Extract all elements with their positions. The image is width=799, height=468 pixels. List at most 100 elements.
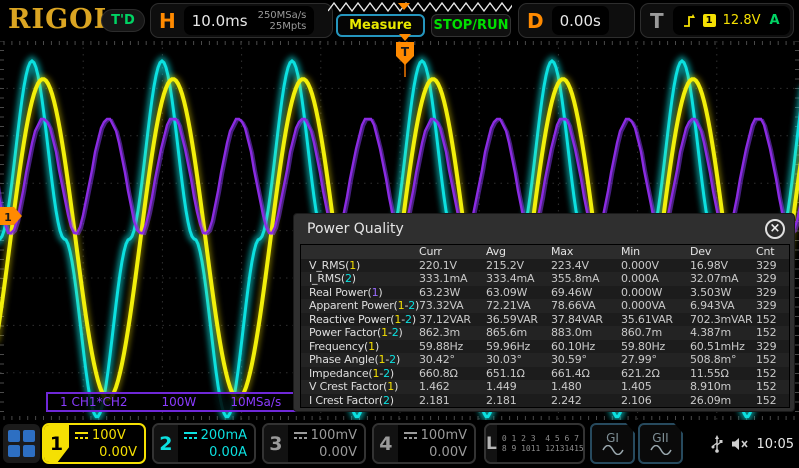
clock-time: 10:05	[757, 437, 794, 452]
close-icon[interactable]: ×	[765, 219, 785, 239]
channel-4-box[interactable]: 4100mV0.00V	[372, 423, 476, 464]
measure-button[interactable]: Measure	[336, 14, 425, 37]
measurement-value: 63.09W	[486, 286, 551, 299]
measurement-value: 30.59°	[551, 353, 621, 366]
channel-1-box[interactable]: 1100V0.00V	[42, 423, 146, 464]
channel-number: 2	[383, 394, 390, 407]
measurement-value: 508.8m°	[690, 353, 756, 366]
measurement-value: 1.405	[621, 380, 690, 393]
measurement-value: 1.462	[419, 380, 486, 393]
measurement-value: 73.32VA	[419, 299, 486, 312]
measurement-value: 152	[756, 313, 789, 326]
measurement-value: 152	[756, 394, 789, 407]
measurement-value: 883.0m	[551, 326, 621, 339]
measurement-value: 69.46W	[551, 286, 621, 299]
measurement-value: 0.000V	[621, 259, 690, 272]
channel-number: 2	[408, 299, 415, 312]
stop-run-button[interactable]: STOP/RUN	[431, 14, 511, 37]
channel-2-box[interactable]: 2 200mA0.00A	[152, 423, 256, 464]
rigol-logo: RIGOL	[8, 4, 114, 35]
measurement-label: Real Power(1)	[309, 286, 419, 299]
measurement-value: 3.503W	[690, 286, 756, 299]
apps-grid-icon[interactable]	[3, 424, 40, 463]
channel-offset: 0.00V	[319, 444, 357, 461]
measurement-value: 6.943VA	[690, 299, 756, 312]
table-row: I_RMS(2)333.1mA333.4mA355.8mA0.000A32.07…	[301, 272, 789, 286]
speaker-muted-icon[interactable]	[731, 436, 749, 452]
measurement-value: 2.181	[486, 394, 551, 407]
table-row: Real Power(1)63.23W63.09W69.46W0.000W3.5…	[301, 286, 789, 300]
trigger-label: T	[641, 9, 673, 33]
trigger-settings[interactable]: T 1 12.8V A	[640, 3, 794, 38]
channel-number: 1	[349, 259, 356, 272]
channel-number: 2	[389, 353, 396, 366]
waveform-overview-bar[interactable]	[328, 1, 512, 13]
measurement-value: 4.387m	[690, 326, 756, 339]
oscilloscope-screen: RIGOL T'D H 10.0ms 250MSa/s 25Mpts Measu…	[0, 0, 799, 468]
measurement-value: 2.242	[551, 394, 621, 407]
measurement-value: 8.910m	[690, 380, 756, 393]
generator-1-box[interactable]: GI	[590, 423, 635, 464]
column-header: Min	[621, 245, 690, 258]
channel-number: 1	[44, 425, 69, 462]
table-row: Apparent Power(1-2)73.32VA72.21VA78.66VA…	[301, 299, 789, 313]
logic-analyzer-box[interactable]: L 0 1 2 3 4 5 6 7 8 9 1011 12131415	[484, 423, 585, 464]
measurement-label: V Crest Factor(1)	[309, 380, 419, 393]
usb-icon	[711, 435, 723, 453]
dc-coupling-icon	[404, 431, 417, 440]
measurement-table: CurrAvgMaxMinDevCntV_RMS(1)220.1V215.2V2…	[300, 244, 790, 408]
measurement-value: 1.449	[486, 380, 551, 393]
channel-number: 1	[387, 380, 394, 393]
channel-number: 2	[154, 425, 178, 462]
channel-3-box[interactable]: 3100mV0.00V	[262, 423, 366, 464]
trigger-level-value: 12.8V	[723, 13, 761, 28]
math-expression: 1 CH1*CH2	[60, 395, 128, 409]
power-quality-panel: Power Quality × CurrAvgMaxMinDevCntV_RMS…	[293, 213, 795, 412]
logic-label: L	[486, 425, 497, 462]
column-header: Curr	[419, 245, 486, 258]
delay-settings[interactable]: D 0.00s	[518, 3, 635, 38]
timebase-value: 10.0ms	[192, 12, 248, 30]
logic-channel-numbers: 0 1 2 3 4 5 6 7 8 9 1011 12131415	[497, 425, 584, 462]
acquisition-rates: 250MSa/s 25Mpts	[258, 10, 307, 32]
measurement-value: 152	[756, 367, 789, 380]
measurement-value: 27.99°	[621, 353, 690, 366]
channel-offset: 0.00A	[209, 444, 247, 461]
measurement-value: 660.8Ω	[419, 367, 486, 380]
channel-number: 1	[373, 367, 380, 380]
top-status-bar: RIGOL T'D H 10.0ms 250MSa/s 25Mpts Measu…	[0, 0, 799, 41]
channel-number: 1	[379, 353, 386, 366]
measurement-label: Apparent Power(1-2)	[309, 299, 419, 312]
measurement-value: 60.51mHz	[690, 340, 756, 353]
channel-number: 1	[368, 340, 375, 353]
measurement-value: 59.80Hz	[621, 340, 690, 353]
sample-rate: 250MSa/s	[258, 10, 307, 21]
math-sample-rate: 10MSa/s	[230, 395, 281, 409]
math-channel-label[interactable]: 1 CH1*CH2 100W 10MSa/s	[46, 392, 299, 412]
table-row: Power Factor(1-2)862.3m865.6m883.0m860.7…	[301, 326, 789, 340]
bottom-status-bar: 1100V0.00V2 200mA0.00A 3100mV0.00V4100mV0.…	[0, 420, 799, 468]
rising-edge-icon	[683, 13, 696, 28]
trigger-source-badge: 1	[703, 14, 716, 27]
measurement-value: 220.1V	[419, 259, 486, 272]
generator-2-box[interactable]: GII	[638, 423, 683, 464]
measurement-value: 78.66VA	[551, 299, 621, 312]
channel-scale: 200mA	[201, 427, 247, 444]
measurement-value: 0.000W	[621, 286, 690, 299]
measurement-label: V_RMS(1)	[309, 259, 419, 272]
channel-number: 2	[405, 313, 412, 326]
measurement-label: Reactive Power(1-2)	[309, 313, 419, 326]
trigger-level-marker-label: 1	[4, 211, 12, 224]
status-icons: 10:05	[711, 420, 794, 468]
table-row: Phase Angle(1-2)30.42°30.03°30.59°27.99°…	[301, 353, 789, 367]
dc-coupling-icon	[75, 431, 88, 440]
channel-offset: 0.00V	[99, 444, 137, 461]
channel-scale: 100mV	[311, 427, 357, 444]
trigger-position-flag[interactable]: T	[396, 42, 414, 77]
measurement-value: 72.21VA	[486, 299, 551, 312]
sine-wave-icon	[650, 445, 672, 455]
measurement-value: 36.59VAR	[486, 313, 551, 326]
horizontal-settings[interactable]: H 10.0ms 250MSa/s 25Mpts	[150, 3, 333, 38]
trigger-flag-label: T	[401, 45, 410, 59]
column-header: Dev	[690, 245, 756, 258]
